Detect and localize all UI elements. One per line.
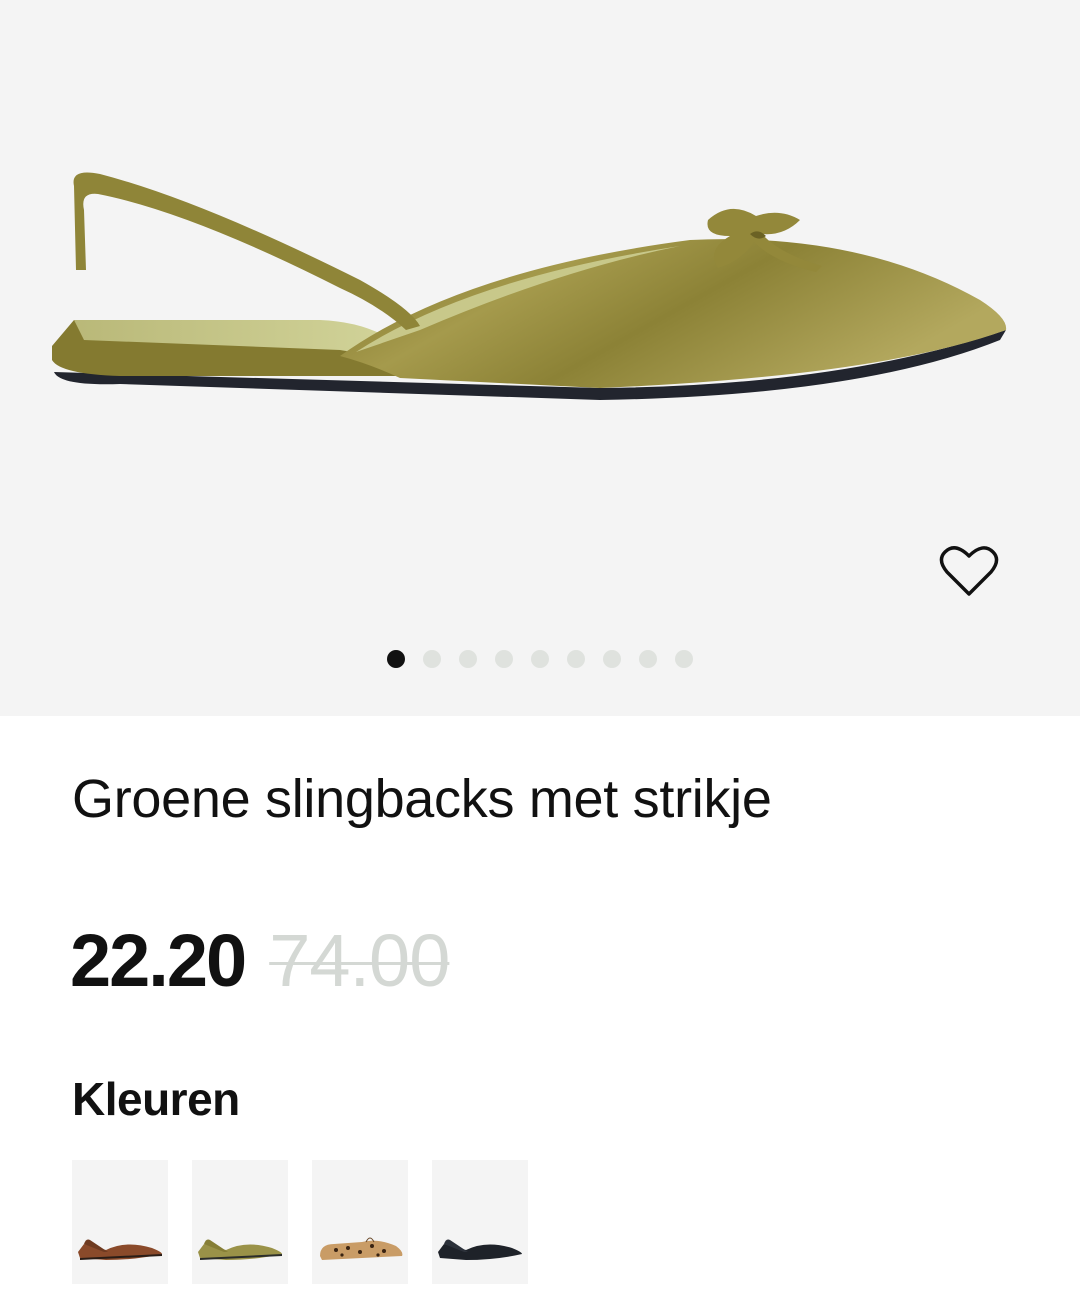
product-image-gallery[interactable] [0, 0, 1080, 716]
heart-outline-icon [939, 546, 999, 596]
green-shoe-thumbnail [198, 1239, 282, 1260]
price-original: 74.00 [269, 919, 450, 1002]
color-swatch-leopard[interactable] [312, 1160, 408, 1284]
gallery-dot-5[interactable] [531, 650, 549, 668]
gallery-dot-3[interactable] [459, 650, 477, 668]
gallery-dot-8[interactable] [639, 650, 657, 668]
color-swatch-green[interactable] [192, 1160, 288, 1284]
price-block: 22.20 74.00 [70, 918, 450, 1003]
colors-heading: Kleuren [72, 1073, 240, 1125]
gallery-dot-1[interactable] [387, 650, 405, 668]
gallery-dot-9[interactable] [675, 650, 693, 668]
leopard-shoe-thumbnail [320, 1237, 403, 1260]
brown-shoe-thumbnail [78, 1239, 162, 1260]
gallery-dot-7[interactable] [603, 650, 621, 668]
gallery-dot-4[interactable] [495, 650, 513, 668]
favorite-button[interactable] [936, 540, 1002, 602]
price-current: 22.20 [70, 919, 247, 1002]
product-title: Groene slingbacks met strikje [72, 769, 772, 829]
color-swatch-black[interactable] [432, 1160, 528, 1284]
gallery-dot-2[interactable] [423, 650, 441, 668]
color-swatch-brown[interactable] [72, 1160, 168, 1284]
gallery-dot-6[interactable] [567, 650, 585, 668]
gallery-pagination [0, 649, 1080, 669]
black-shoe-thumbnail [438, 1239, 522, 1260]
product-main-image [52, 172, 1007, 400]
color-swatch-list [72, 1160, 552, 1284]
